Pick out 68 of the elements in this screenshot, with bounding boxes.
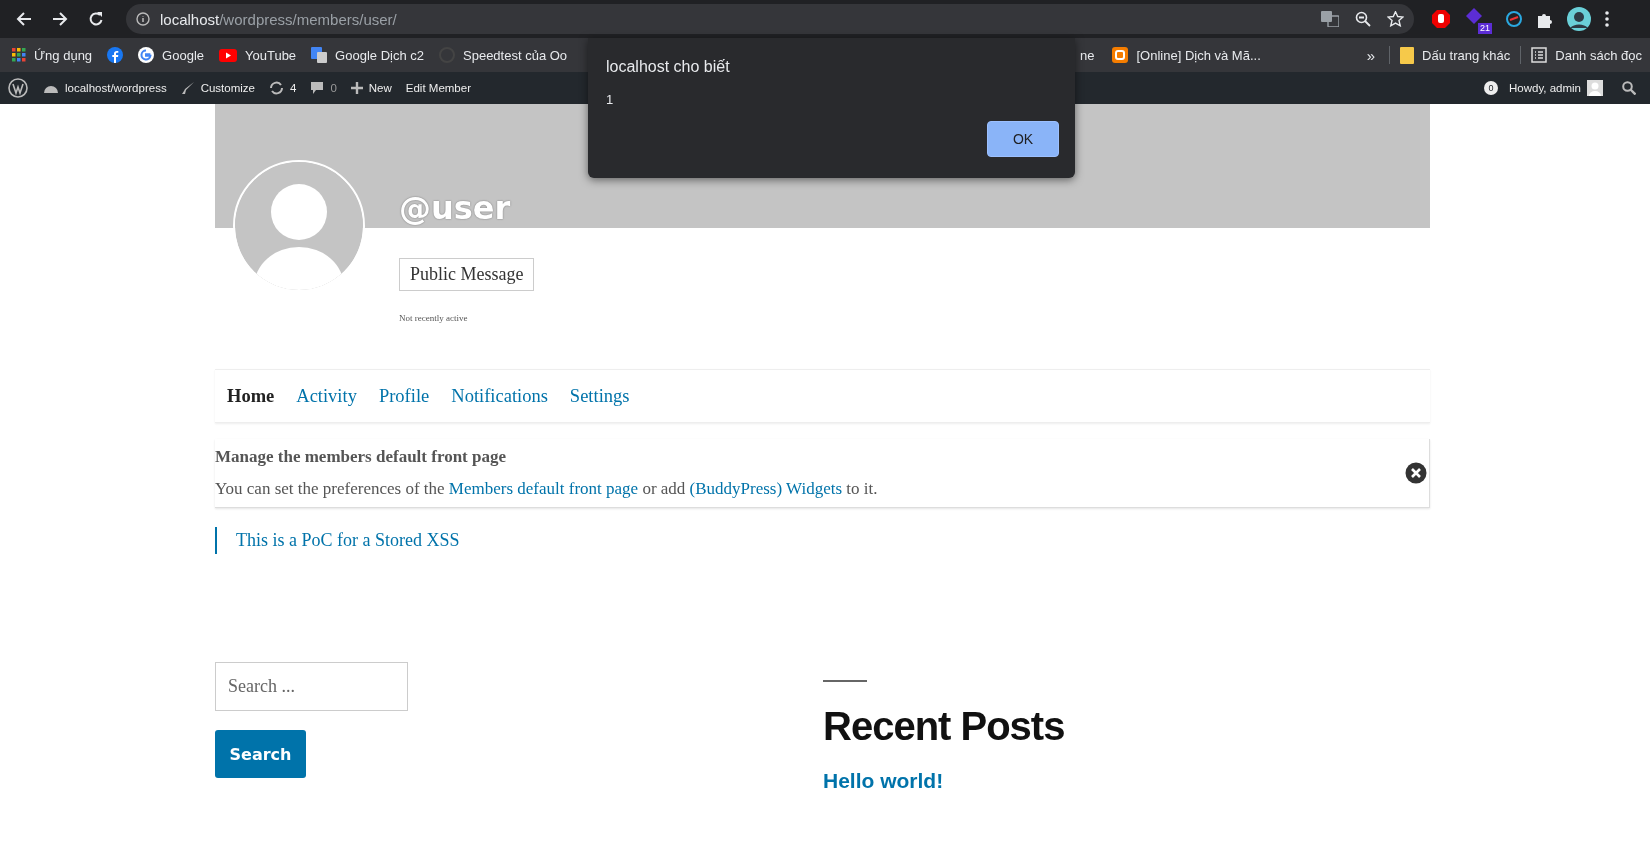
- address-bar[interactable]: localhost/wordpress/members/user/: [126, 4, 1414, 34]
- search-icon[interactable]: [1622, 81, 1636, 95]
- bookmark[interactable]: [107, 47, 124, 63]
- customize-link[interactable]: Customize: [173, 81, 262, 95]
- google-icon: [138, 47, 155, 63]
- public-message-button[interactable]: Public Message: [399, 258, 535, 291]
- widget-heading: Recent Posts: [823, 704, 1066, 749]
- dialog-message: 1: [606, 92, 615, 107]
- close-icon[interactable]: [1405, 462, 1427, 484]
- bookmark[interactable]: Ứng dụng: [12, 47, 93, 63]
- notice-text: You can set the preferences of the Members default front page or add (BuddyPress) Widgets to it.: [215, 479, 879, 499]
- reading-list-icon: [1531, 47, 1548, 63]
- notification-count[interactable]: 0: [1484, 81, 1498, 95]
- activity-status: Not recently active: [399, 313, 468, 323]
- bookmark[interactable]: Google: [138, 47, 204, 63]
- url-text: localhost/wordpress/members/user/: [160, 10, 397, 28]
- forward-arrow-icon: [52, 11, 68, 27]
- facebook-icon: [107, 47, 124, 63]
- site-link[interactable]: localhost/wordpress: [36, 82, 174, 94]
- menu-icon[interactable]: [1605, 11, 1609, 27]
- comment-icon: [310, 81, 325, 95]
- bookmark[interactable]: [Online] Dịch và Mã...: [1112, 47, 1261, 63]
- bookmark[interactable]: ne: [1080, 47, 1095, 63]
- extension-icon[interactable]: [1506, 11, 1522, 27]
- nav-tab[interactable]: Home: [227, 385, 275, 407]
- plus-icon: [350, 82, 363, 94]
- notice-title: Manage the members default front page: [215, 447, 507, 467]
- brush-icon: [180, 81, 195, 95]
- back-arrow-icon: [16, 11, 32, 27]
- refresh-icon: [268, 81, 284, 95]
- info-icon: [136, 12, 150, 26]
- bookmark[interactable]: Danh sách đọc: [1531, 47, 1642, 63]
- search-field[interactable]: Search ...: [215, 662, 408, 711]
- avatar-icon[interactable]: [1567, 7, 1591, 31]
- block-quote: This is a PoC for a Stored XSS: [215, 527, 1430, 554]
- nav-tab[interactable]: Settings: [569, 385, 630, 407]
- edit-member-link[interactable]: Edit Member: [398, 82, 478, 94]
- more-bookmarks-button[interactable]: »: [1360, 45, 1382, 65]
- nav-tab[interactable]: Activity: [296, 385, 357, 407]
- comments-link[interactable]: 0: [303, 81, 344, 95]
- folder-icon: [1400, 46, 1415, 64]
- stop-hand-icon[interactable]: [1432, 10, 1450, 28]
- blog-icon: [1112, 47, 1129, 63]
- updates-link[interactable]: 4: [261, 81, 304, 95]
- user-avatar-icon: [1587, 80, 1603, 96]
- wordpress-logo-icon[interactable]: [8, 78, 28, 98]
- nav-tab[interactable]: Notifications: [451, 385, 548, 407]
- star-icon[interactable]: [1387, 11, 1404, 27]
- bookmark[interactable]: Speedtest của Oo: [439, 47, 568, 63]
- translate-icon[interactable]: [1321, 11, 1339, 27]
- apps-grid-icon: [12, 48, 26, 62]
- reload-icon: [88, 11, 104, 27]
- translate-icon: [311, 47, 328, 63]
- new-link[interactable]: New: [343, 82, 399, 94]
- notice-link[interactable]: Members default front page: [448, 479, 639, 498]
- account-menu[interactable]: Howdy, admin: [1502, 80, 1610, 96]
- profile-handle: @user: [399, 190, 511, 226]
- zoom-out-icon[interactable]: [1355, 11, 1371, 27]
- ok-button[interactable]: OK: [987, 121, 1059, 157]
- notice-link[interactable]: (BuddyPress) Widgets: [689, 479, 843, 498]
- search-button[interactable]: Search: [215, 730, 306, 778]
- video-play-icon: [219, 48, 237, 62]
- bookmark[interactable]: Google Dịch c2: [311, 47, 424, 63]
- bookmark[interactable]: Dấu trang khác: [1400, 46, 1511, 64]
- post-link[interactable]: Hello world!: [823, 769, 944, 792]
- dialog-title: localhost cho biết: [606, 58, 731, 76]
- nav-tab[interactable]: Profile: [378, 385, 430, 407]
- bookmark[interactable]: YouTube: [219, 47, 297, 63]
